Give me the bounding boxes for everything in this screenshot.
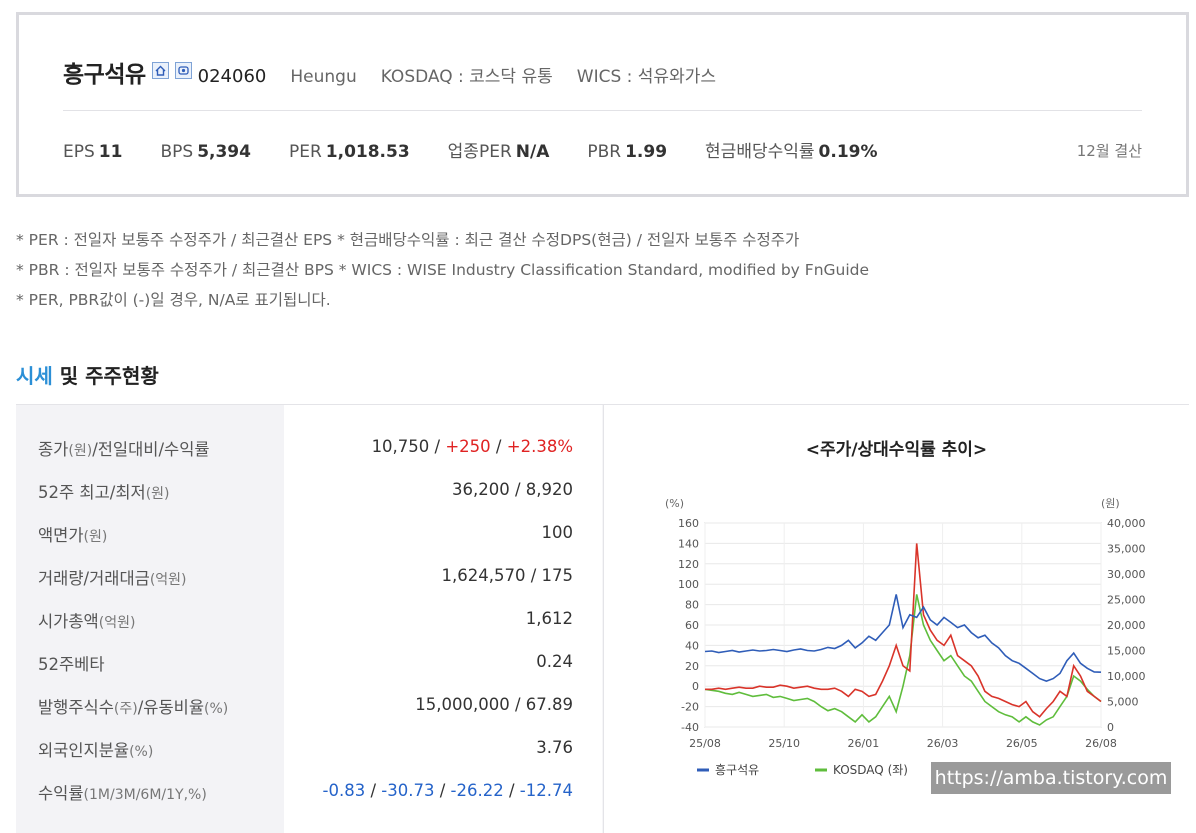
price-chart-panel: <주가/상대수익률 추이> 160 140 120 100 80 60 40 20 0 -20 -4… [603, 405, 1189, 833]
right-tick-label: 30,000 [1107, 568, 1146, 581]
stat-industry-per: 업종PER N/A [447, 142, 550, 162]
table-row: 52주 최고/최저(원) 36,200 / 8,920 [38, 480, 573, 502]
company-name-row: 흥구석유 024060 Heungu KOSDAQ : 코스닥 유통 WICS … [63, 55, 716, 89]
x-tick-label: 26/01 [848, 737, 880, 750]
left-tick-label: 20 [685, 660, 699, 673]
header-divider [63, 110, 1142, 111]
table-row: 거래량/거래대금(억원) 1,624,570 / 175 [38, 566, 573, 588]
stat-dividend-yield: 현금배당수익률 0.19% [705, 142, 878, 162]
note-line: * PER : 전일자 보통주 수정주가 / 최근결산 EPS * 현금배당수익… [16, 231, 800, 249]
legend-label: 흥구석유 [715, 763, 759, 777]
right-tick-label: 10,000 [1107, 670, 1146, 683]
left-tick-label: 80 [685, 599, 699, 612]
table-row: 발행주식수(주)/유동비율(%) 15,000,000 / 67.89 [38, 695, 573, 717]
x-tick-label: 26/08 [1085, 737, 1117, 750]
home-icon[interactable] [151, 62, 169, 79]
right-tick-label: 5,000 [1107, 696, 1139, 709]
left-tick-label: 60 [685, 619, 699, 632]
legend-label: KOSDAQ (좌) [833, 763, 908, 777]
section-title: 시세 및 주주현황 [16, 360, 159, 389]
wics-info: WICS : 석유와가스 [576, 67, 716, 87]
market-info: KOSDAQ : 코스닥 유통 [380, 67, 553, 87]
x-tick-label: 26/03 [927, 737, 959, 750]
chart-title: <주가/상대수익률 추이> [805, 440, 988, 460]
right-tick-label: 25,000 [1107, 594, 1146, 607]
left-tick-label: 100 [678, 578, 699, 591]
company-header: 흥구석유 024060 Heungu KOSDAQ : 코스닥 유통 WICS … [16, 12, 1189, 197]
valuation-stats: EPS 11 BPS 5,394 PER 1,018.53 업종PER N/A PBR 1… [63, 137, 916, 162]
right-tick-label: 15,000 [1107, 645, 1146, 658]
price-chart: 160 140 120 100 80 60 40 20 0 -20 -40 40,000 35,000 3… [665, 497, 1146, 777]
table-row: 52주베타 0.24 [38, 652, 573, 674]
market-panel: 종가(원)/전일대비/수익률 10,750 / +250 / +2.38% 52… [16, 404, 1189, 833]
right-tick-label: 40,000 [1107, 517, 1146, 530]
left-tick-label: 140 [678, 537, 699, 550]
left-axis-unit: (%) [665, 497, 684, 510]
x-tick-label: 26/05 [1006, 737, 1038, 750]
left-tick-label: 120 [678, 558, 699, 571]
company-name: 흥구석유 [63, 62, 146, 88]
table-row: 수익률(1M/3M/6M/1Y,%) -0.83 / -30.73 / -26.… [38, 781, 573, 803]
stat-bps: BPS 5,394 [160, 142, 251, 162]
note-line: * PER, PBR값이 (-)일 경우, N/A로 표기됩니다. [16, 291, 331, 309]
stat-pbr: PBR 1.99 [587, 142, 668, 162]
table-row: 외국인지분율(%) 3.76 [38, 738, 573, 760]
left-tick-label: 40 [685, 639, 699, 652]
note-line: * PBR : 전일자 보통주 수정주가 / 최근결산 BPS * WICS :… [16, 261, 870, 279]
right-axis-unit: (원) [1101, 497, 1120, 510]
table-row: 시가총액(억원) 1,612 [38, 609, 573, 631]
phone-icon[interactable] [174, 62, 192, 79]
right-tick-label: 0 [1107, 721, 1114, 734]
table-row: 종가(원)/전일대비/수익률 10,750 / +250 / +2.38% [38, 437, 573, 459]
stock-code: 024060 [197, 66, 267, 87]
right-tick-label: 35,000 [1107, 543, 1146, 556]
stat-eps: EPS 11 [63, 142, 123, 162]
left-tick-label: -40 [681, 721, 699, 734]
left-tick-label: -20 [681, 701, 699, 714]
x-tick-label: 25/10 [768, 737, 800, 750]
x-tick-label: 25/08 [689, 737, 721, 750]
stat-per: PER 1,018.53 [288, 142, 410, 162]
section-title-highlight: 시세 [16, 364, 53, 388]
fiscal-month: 12월 결산 [1076, 142, 1142, 160]
table-row: 액면가(원) 100 [38, 523, 573, 545]
watermark: https://amba.tistory.com [931, 762, 1171, 794]
right-tick-label: 20,000 [1107, 619, 1146, 632]
left-tick-label: 160 [678, 517, 699, 530]
left-tick-label: 0 [692, 680, 699, 693]
english-name: Heungu [290, 67, 357, 87]
section-title-rest: 및 주주현황 [52, 364, 159, 388]
notes: * PER : 전일자 보통주 수정주가 / 최근결산 EPS * 현금배당수익… [16, 225, 869, 315]
market-table: 종가(원)/전일대비/수익률 10,750 / +250 / +2.38% 52… [16, 405, 602, 833]
